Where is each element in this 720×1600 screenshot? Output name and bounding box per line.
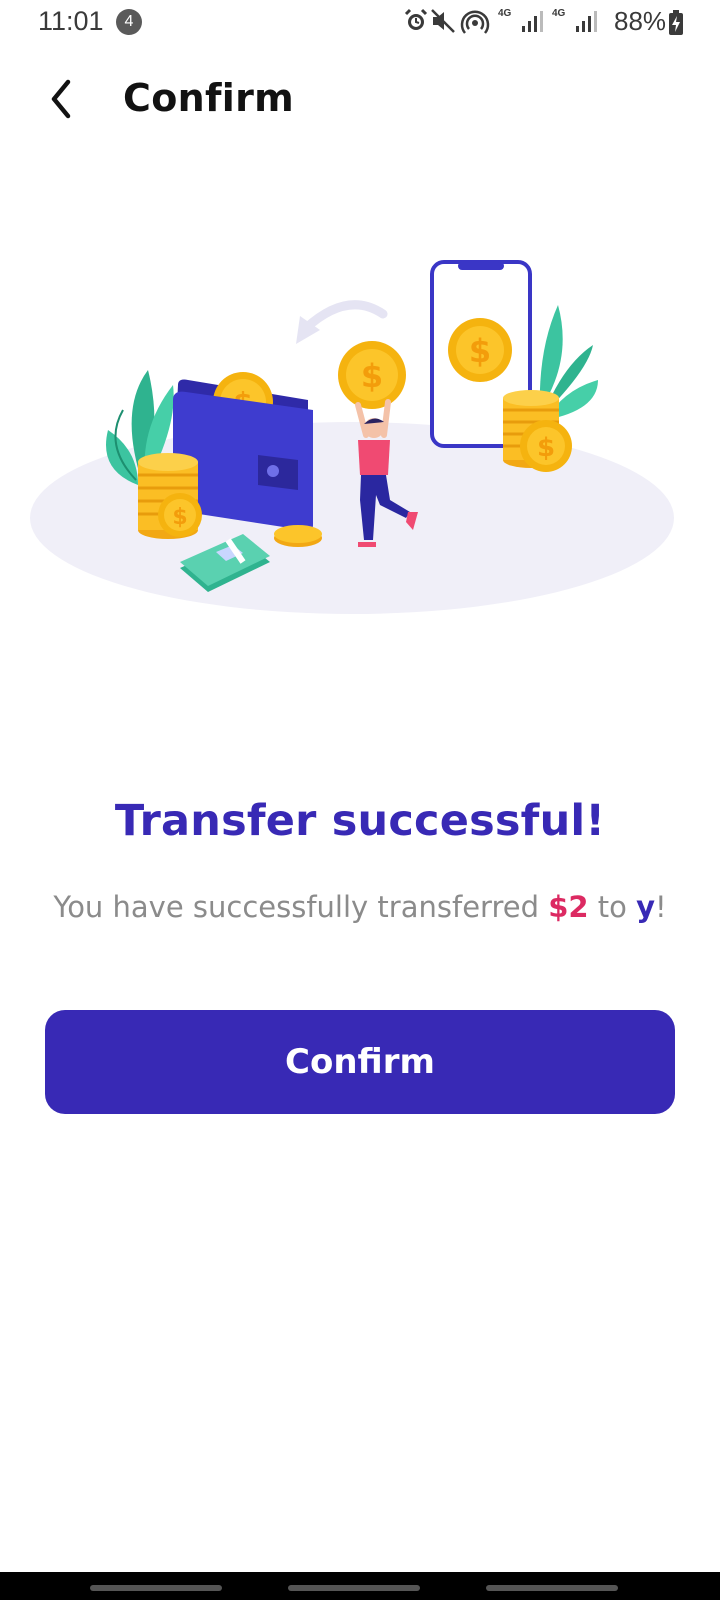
message-prefix: You have successfully transferred	[53, 890, 549, 924]
page-title: Confirm	[123, 76, 295, 120]
svg-text:$: $	[537, 433, 555, 463]
battery-charging-icon	[669, 10, 683, 35]
hotspot-icon	[460, 10, 490, 34]
transfer-amount: $2	[548, 890, 589, 924]
svg-text:$: $	[469, 332, 491, 370]
mute-icon	[431, 9, 455, 33]
nav-back-handle[interactable]	[486, 1585, 618, 1591]
network-type-label: 4G	[552, 8, 566, 19]
signal-icon	[522, 11, 543, 32]
svg-text:$: $	[361, 357, 383, 395]
status-time: 11:01	[38, 6, 104, 36]
arrow-curved-icon	[296, 300, 388, 344]
back-button[interactable]	[42, 74, 82, 124]
dollar-coin-icon	[274, 525, 322, 547]
alarm-icon	[404, 8, 428, 30]
notification-count-badge: 4	[116, 9, 142, 35]
chevron-left-icon	[51, 79, 71, 119]
success-message: You have successfully transferred $2 to …	[0, 890, 720, 924]
system-nav-bar	[0, 1572, 720, 1600]
message-suffix: !	[655, 890, 667, 924]
network-type-label: 4G	[498, 8, 512, 19]
app-bar: Confirm	[0, 60, 720, 140]
confirm-button[interactable]: Confirm	[45, 1010, 675, 1114]
signal-icon	[576, 11, 597, 32]
nav-home-handle[interactable]	[288, 1585, 420, 1591]
battery-percent: 88%	[614, 6, 667, 36]
status-bar: 11:01 4 4G 4G 88%	[0, 0, 720, 44]
success-headline: Transfer successful!	[114, 796, 606, 846]
message-mid: to	[588, 890, 637, 924]
svg-text:$: $	[172, 505, 187, 530]
recipient-name: y	[636, 890, 656, 924]
nav-recents-handle[interactable]	[90, 1585, 222, 1591]
transfer-success-illustration: $ $ $ $	[30, 260, 674, 614]
coin-stack-icon: $	[138, 453, 202, 539]
